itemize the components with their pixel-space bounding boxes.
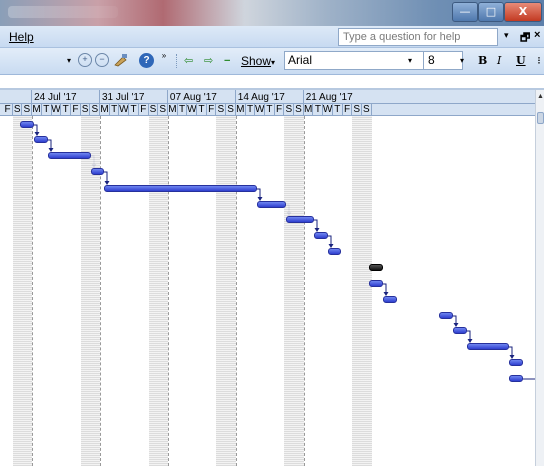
dependency-link <box>104 171 108 181</box>
italic-button[interactable]: I <box>497 53 501 69</box>
week-start-gridline <box>32 116 34 466</box>
weekend-shading <box>216 116 236 466</box>
document-restore-icon[interactable]: 🗗 <box>520 29 530 48</box>
dependency-link <box>328 235 332 244</box>
task-bar[interactable] <box>509 375 523 382</box>
show-label: Show <box>241 54 272 68</box>
timescale-week-label: 21 Aug '17 <box>305 92 353 103</box>
week-start-gridline <box>303 116 305 466</box>
show-button[interactable]: Show▾ <box>241 53 275 71</box>
ask-question-dropdown-icon[interactable]: ▾ <box>504 30 509 41</box>
toolbar-options-dropdown-icon[interactable]: ▾ <box>67 53 71 69</box>
task-bar[interactable] <box>34 136 48 143</box>
week-start-gridline <box>235 116 237 466</box>
timescale-week-label: 07 Aug '17 <box>169 92 217 103</box>
underline-button[interactable]: U <box>516 53 526 69</box>
maximize-button[interactable]: □ <box>478 2 504 22</box>
vertical-scrollbar[interactable]: ▲ <box>535 90 544 466</box>
weekend-shading <box>284 116 304 466</box>
dependency-link <box>314 219 318 228</box>
menu-help[interactable]: Help <box>9 30 34 44</box>
timescale-week-label: 31 Jul '17 <box>102 92 145 103</box>
task-bar[interactable] <box>439 312 453 319</box>
font-size-dropdown-icon[interactable]: ▾ <box>460 56 464 65</box>
bold-button[interactable]: B <box>478 53 487 69</box>
ask-question-input[interactable]: Type a question for help <box>338 28 498 46</box>
close-button[interactable]: X <box>504 2 542 22</box>
formatting-toolbar: ▾ + − ? » ⇦ ⇨ − Show▾ Arial ▾ 8 ▾ B I U … <box>0 48 544 75</box>
gantt-chart-area[interactable] <box>0 116 535 466</box>
minimize-button[interactable]: — <box>452 2 478 22</box>
weekend-shading <box>148 116 168 466</box>
toolbar-overflow-icon[interactable]: » <box>160 52 168 70</box>
dependency-link <box>453 315 457 323</box>
show-dropdown-icon: ▾ <box>271 58 276 67</box>
task-bar[interactable] <box>467 343 509 350</box>
indent-icon[interactable]: ⇨ <box>204 53 213 69</box>
zoom-out-icon[interactable]: − <box>95 53 109 67</box>
timescale-week-separator <box>31 90 33 116</box>
task-bar[interactable] <box>48 152 91 159</box>
menu-bar: Help Type a question for help ▾ 🗗 × <box>0 26 544 48</box>
weekend-shading <box>352 116 372 466</box>
weekend-shading <box>12 116 33 466</box>
dependency-link <box>48 139 52 148</box>
summary-task-bar[interactable] <box>369 264 383 271</box>
project-window: — □ X Help Type a question for help ▾ 🗗 … <box>0 0 544 466</box>
task-bar[interactable] <box>314 232 328 239</box>
task-bar[interactable] <box>383 296 397 303</box>
timescale-week-separator <box>166 90 168 116</box>
task-bar[interactable] <box>453 327 467 334</box>
timescale-week-separator <box>234 90 236 116</box>
help-icon[interactable]: ? <box>139 53 154 68</box>
task-bar[interactable] <box>509 359 523 366</box>
timescale-week-label: 14 Aug '17 <box>237 92 285 103</box>
task-bar[interactable] <box>104 185 257 192</box>
scroll-to-task-icon[interactable] <box>113 53 129 67</box>
dependency-link <box>509 346 513 355</box>
dependency-link <box>34 124 38 132</box>
task-bar[interactable] <box>257 201 286 208</box>
window-title-blurred <box>8 6 118 18</box>
scroll-thumb[interactable] <box>537 112 544 124</box>
task-bar[interactable] <box>91 168 104 175</box>
task-bar[interactable] <box>286 216 314 223</box>
task-bar[interactable] <box>369 280 383 287</box>
toolbar-grip-icon[interactable]: ⠇ <box>537 53 544 69</box>
outdent-icon[interactable]: ⇦ <box>184 53 193 69</box>
week-start-gridline <box>167 116 169 466</box>
timescale-week-separator <box>99 90 100 116</box>
dependency-link <box>257 188 261 197</box>
timescale-day-separator <box>370 103 372 116</box>
font-size-select[interactable]: 8 <box>423 51 463 70</box>
scroll-up-icon[interactable]: ▲ <box>536 92 544 102</box>
font-select[interactable]: Arial <box>284 51 424 70</box>
task-bar[interactable] <box>20 121 34 128</box>
task-bar[interactable] <box>328 248 341 255</box>
title-bar: — □ X <box>0 0 544 26</box>
timescale-week-separator <box>302 90 304 116</box>
timescale-week-label: 24 Jul '17 <box>34 92 77 103</box>
dependency-link <box>383 283 387 292</box>
gantt-timescale: F S S M T W T F S S M T W T F S S M T W T F S S M T W T F S S M T W T F S S 24… <box>0 90 544 116</box>
document-close-icon[interactable]: × <box>534 29 540 41</box>
hide-subtasks-icon[interactable]: − <box>224 53 230 69</box>
zoom-in-icon[interactable]: + <box>78 53 92 67</box>
font-dropdown-icon[interactable]: ▾ <box>408 56 412 65</box>
toolbar-separator <box>176 54 177 68</box>
dependency-link <box>467 330 471 339</box>
